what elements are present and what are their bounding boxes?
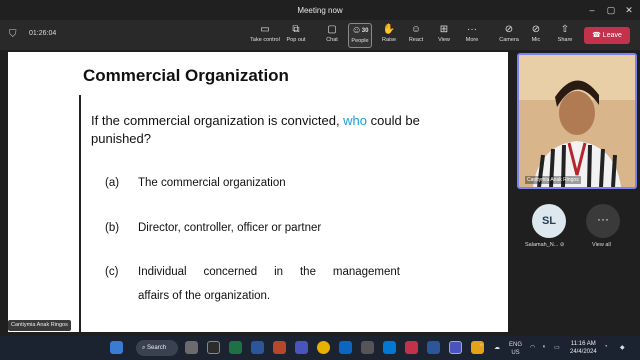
shared-slide: Commercial Organization If the commercia… (8, 52, 508, 332)
participant-video-frame (519, 55, 635, 187)
app-icon-blue[interactable] (339, 341, 352, 354)
people-count-badge: 30 (361, 28, 369, 34)
view-button[interactable]: ⊞ View (433, 23, 455, 48)
camera-button[interactable]: ⊘ Camera (497, 23, 521, 48)
slide-title: Commercial Organization (83, 66, 289, 85)
grid-icon: ⊞ (439, 24, 449, 35)
slide-question: If the commercial organization is convic… (91, 113, 420, 146)
share-icon: ⇧ (560, 24, 570, 35)
minimize-icon[interactable]: – (585, 4, 599, 16)
chevron-up-icon[interactable]: ^ (480, 344, 483, 350)
excel-icon[interactable] (229, 341, 242, 354)
search-icon: ⌕ (142, 345, 146, 351)
pop-out-button[interactable]: ⧉ Pop out (284, 23, 308, 48)
taskbar-search[interactable]: ⌕ Search (136, 340, 178, 356)
raise-hand-button[interactable]: ✋ Raise (378, 23, 400, 48)
option-b: (b) Director, controller, officer or part… (105, 222, 322, 234)
people-button[interactable]: ☺30 People (348, 23, 372, 48)
close-icon[interactable]: ✕ (622, 4, 636, 16)
app-icon-word2[interactable] (427, 341, 440, 354)
take-control-button[interactable]: ▭ Take control (248, 23, 282, 48)
meeting-toolbar: ⛉ 01:26:04 ▭ Take control ⧉ Pop out ▢ Ch… (0, 20, 640, 50)
maximize-icon[interactable]: ▢ (604, 4, 618, 16)
smiley-icon: ☺ (410, 24, 422, 35)
meeting-timer: 01:26:04 (29, 30, 57, 37)
mic-off-icon: ⊘ (559, 242, 565, 248)
wifi-icon[interactable]: ◠ (530, 344, 535, 351)
participant-video[interactable]: Cantiymia Anak Ringos (517, 53, 637, 189)
option-c-label: (c) (105, 266, 119, 278)
view-all-button[interactable]: ··· (586, 204, 620, 238)
app-icon-camera[interactable] (207, 341, 220, 354)
mic-off-icon: ⊘ (531, 24, 541, 35)
more-icon: ··· (597, 212, 609, 226)
volume-icon[interactable]: ◖ (542, 344, 546, 350)
mic-button[interactable]: ⊘ Mic (526, 23, 546, 48)
more-icon: ··· (467, 24, 477, 35)
view-all-label: View all (592, 242, 611, 248)
camera-off-icon: ⊘ (504, 24, 514, 35)
onedrive-icon[interactable]: ☁ (494, 344, 500, 351)
task-view-icon[interactable] (185, 341, 198, 354)
slide-divider (79, 95, 81, 332)
mail-icon[interactable] (383, 341, 396, 354)
option-a: (a) The commercial organization (105, 177, 286, 189)
phone-hangup-icon: ☎ (592, 32, 601, 39)
option-c-line2: affairs of the organization. (138, 290, 271, 302)
window-title: Meeting now (297, 6, 343, 15)
screen-share-icon: ▭ (260, 24, 270, 35)
app-icon-red[interactable] (405, 341, 418, 354)
teams-active-icon[interactable] (449, 341, 462, 354)
avatar-name: Salamah_N... ⊘ (525, 242, 565, 248)
chat-icon: ▢ (327, 24, 337, 35)
react-button[interactable]: ☺ React (405, 23, 427, 48)
chrome-icon[interactable] (317, 341, 330, 354)
shield-icon: ⛉ (9, 29, 17, 40)
pop-out-icon: ⧉ (292, 24, 300, 35)
avatar[interactable]: SL (532, 204, 566, 238)
chat-button[interactable]: ▢ Chat (321, 23, 343, 48)
language-indicator[interactable]: ENG US (509, 341, 522, 357)
windows-start-icon[interactable] (110, 341, 123, 354)
people-icon: ☺30 (351, 25, 369, 36)
word-icon[interactable] (251, 341, 264, 354)
powerpoint-icon[interactable] (273, 341, 286, 354)
participant-video-name: Cantiymia Anak Ringos (525, 176, 581, 184)
copilot-icon[interactable]: ◆ (620, 344, 625, 351)
option-c-line1: Individual concerned in the management (138, 266, 400, 278)
more-button[interactable]: ··· More (461, 23, 483, 48)
leave-button[interactable]: ☎ Leave (584, 27, 630, 44)
battery-icon[interactable]: ▭ (554, 344, 560, 351)
highlight-word: who (343, 113, 368, 128)
share-button[interactable]: ⇧ Share (554, 23, 576, 48)
notification-icon[interactable]: ◔ (604, 344, 608, 350)
hand-icon: ✋ (382, 24, 396, 35)
windows-taskbar: ⌕ Search ^ ☁ ENG US ◠ ◖ ▭ 11:16 AM 24/4/20… (0, 336, 640, 360)
teams-icon[interactable] (295, 341, 308, 354)
presenter-name-tag: Cantiymia Anak Ringos (8, 320, 71, 331)
taskbar-clock[interactable]: 11:16 AM 24/4/2024 (570, 340, 597, 356)
app-icon-gray[interactable] (361, 341, 374, 354)
title-bar: Meeting now – ▢ ✕ (0, 0, 640, 20)
